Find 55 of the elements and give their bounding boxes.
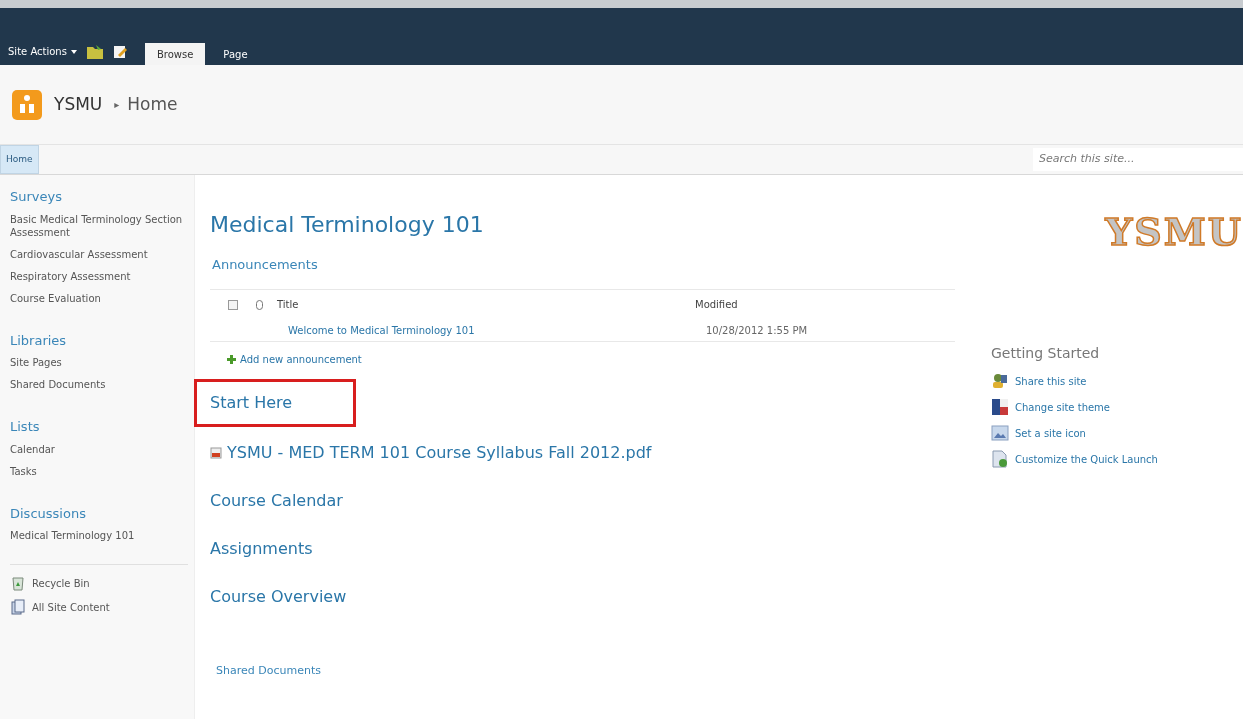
nav-link[interactable]: Calendar xyxy=(10,442,188,456)
nav-link[interactable]: Basic Medical Terminology Section Assessment xyxy=(10,212,188,239)
add-announcement-link[interactable]: Add new announcement xyxy=(240,351,362,367)
nav-link[interactable]: Medical Terminology 101 xyxy=(10,529,188,542)
add-icon xyxy=(227,354,236,364)
section-link[interactable]: Course Calendar xyxy=(210,488,343,513)
site-title[interactable]: YSMU xyxy=(54,91,103,118)
section-link[interactable]: Assignments xyxy=(210,536,313,561)
column-header[interactable]: Title xyxy=(277,297,695,312)
caret-icon xyxy=(70,49,77,54)
getting-started-link[interactable]: Set a site icon xyxy=(1015,425,1086,441)
nav-heading[interactable]: Lists xyxy=(10,417,188,437)
folder-icon[interactable] xyxy=(86,45,103,59)
page-heading: Medical Terminology 101 xyxy=(210,211,485,239)
attachment-icon xyxy=(256,299,263,310)
document-icon xyxy=(10,599,26,615)
announcement-link[interactable]: Welcome to Medical Terminology 101 xyxy=(288,322,706,338)
ribbon-tab[interactable]: Browse xyxy=(144,43,206,65)
getting-started-link[interactable]: Change site theme xyxy=(1015,399,1110,415)
web-part-title[interactable]: Announcements xyxy=(212,255,965,275)
nav-heading[interactable]: Surveys xyxy=(10,187,188,207)
theme-icon xyxy=(991,398,1009,416)
nav-link[interactable]: Recycle Bin xyxy=(32,575,90,591)
nav-link[interactable]: Respiratory Assessment xyxy=(10,269,188,283)
site-logo-icon xyxy=(12,89,42,120)
nav-tab[interactable]: Home xyxy=(0,145,39,174)
image-icon xyxy=(991,424,1009,442)
search-field[interactable]: Search this site... xyxy=(1033,148,1243,171)
nav-heading[interactable]: Libraries xyxy=(10,330,188,350)
ribbon-tab[interactable]: Page xyxy=(215,43,256,65)
edit-page-icon[interactable] xyxy=(112,45,127,59)
document-link[interactable]: YSMU - MED TERM 101 Course Syllabus Fall 2012.pdf xyxy=(227,440,652,465)
people-icon xyxy=(991,372,1009,390)
web-part-title[interactable]: Shared Documents xyxy=(216,662,965,679)
pdf-file-icon xyxy=(210,446,222,459)
column-header[interactable]: Modified xyxy=(695,297,738,312)
nav-link[interactable]: Cardiovascular Assessment xyxy=(10,247,188,261)
section-link[interactable]: Course Overview xyxy=(210,584,347,609)
site-actions-menu[interactable]: Site Actions xyxy=(8,44,77,59)
nav-link[interactable]: Course Evaluation xyxy=(10,291,188,305)
breadcrumb-separator: ▸ xyxy=(114,98,120,112)
section-heading: Getting Started xyxy=(991,344,1101,363)
nav-link[interactable]: Tasks xyxy=(10,464,188,478)
site-logo-text: YSMU xyxy=(1105,213,1243,251)
table-cell-text: 10/28/2012 1:55 PM xyxy=(706,323,808,338)
nav-link[interactable]: Site Pages xyxy=(10,356,188,369)
nav-link[interactable]: Shared Documents xyxy=(10,378,188,391)
nav-heading[interactable]: Discussions xyxy=(10,503,188,523)
getting-started-link[interactable]: Customize the Quick Launch xyxy=(1015,451,1158,467)
page-title: Home xyxy=(127,92,178,116)
getting-started-link[interactable]: Share this site xyxy=(1015,373,1087,389)
checkbox-icon[interactable] xyxy=(228,299,238,310)
nav-link[interactable]: All Site Content xyxy=(32,599,110,615)
recycle-bin-icon xyxy=(10,575,26,591)
section-link[interactable]: Start Here xyxy=(210,390,293,415)
